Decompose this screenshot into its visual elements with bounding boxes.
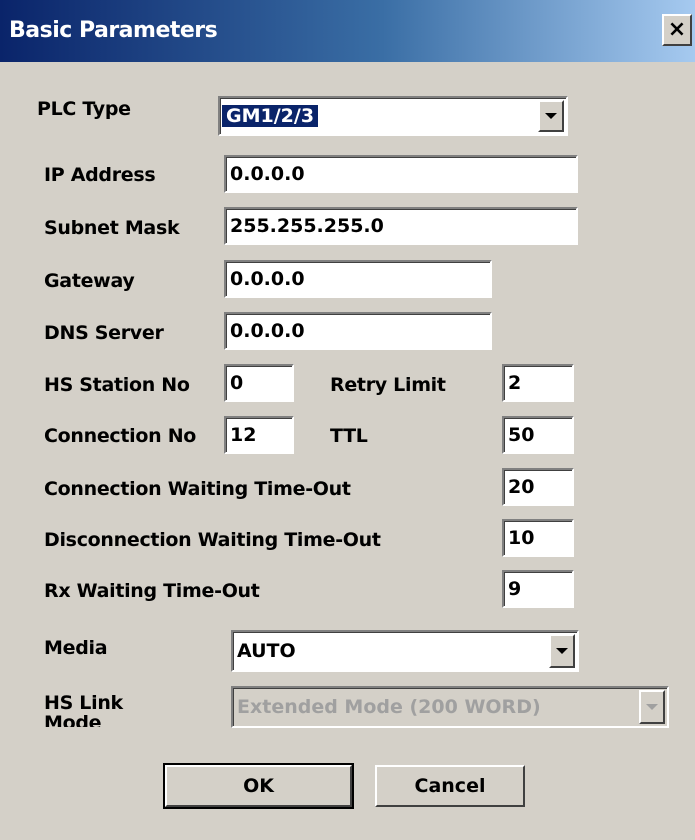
ok-button-label: OK — [243, 775, 274, 797]
subnet-mask-field[interactable]: 255.255.255.0 — [224, 207, 578, 245]
media-value: AUTO — [237, 640, 296, 662]
gateway-label: Gateway — [44, 270, 135, 292]
connection-no-label: Connection No — [44, 425, 197, 447]
plc-type-select[interactable]: GM1/2/3 — [218, 96, 568, 136]
media-dropdown-button[interactable] — [549, 634, 575, 668]
rx-timeout-field[interactable]: 9 — [502, 570, 574, 608]
gateway-field[interactable]: 0.0.0.0 — [224, 260, 492, 298]
connection-no-field[interactable]: 12 — [224, 416, 294, 454]
disconnection-timeout-field[interactable]: 10 — [502, 519, 574, 557]
chevron-down-icon — [556, 648, 568, 654]
media-label: Media — [44, 637, 108, 659]
ip-address-value: 0.0.0.0 — [230, 163, 305, 185]
cancel-button[interactable]: Cancel — [375, 765, 525, 807]
ttl-label: TTL — [330, 425, 368, 447]
hs-link-mode-value: Extended Mode (200 WORD) — [237, 696, 541, 718]
title-bar[interactable]: Basic Parameters × — [0, 0, 695, 62]
chevron-down-icon — [646, 704, 658, 710]
ok-button[interactable]: OK — [163, 763, 354, 809]
window-title: Basic Parameters — [9, 18, 218, 43]
disconnection-timeout-label: Disconnection Waiting Time-Out — [44, 529, 381, 551]
disconnection-timeout-value: 10 — [508, 527, 535, 549]
subnet-mask-value: 255.255.255.0 — [230, 215, 384, 237]
plc-type-value: GM1/2/3 — [222, 105, 319, 127]
plc-type-label: PLC Type — [37, 98, 131, 120]
rx-timeout-label: Rx Waiting Time-Out — [44, 580, 260, 602]
retry-limit-field[interactable]: 2 — [502, 364, 574, 402]
hs-station-no-label: HS Station No — [44, 374, 190, 396]
hs-link-mode-select[interactable]: Extended Mode (200 WORD) — [231, 686, 669, 728]
gateway-value: 0.0.0.0 — [230, 268, 305, 290]
cancel-button-label: Cancel — [414, 775, 486, 797]
dns-server-value: 0.0.0.0 — [230, 320, 305, 342]
connection-timeout-field[interactable]: 20 — [502, 468, 574, 506]
ip-address-label: IP Address — [44, 164, 156, 186]
ip-address-field[interactable]: 0.0.0.0 — [224, 155, 578, 193]
rx-timeout-value: 9 — [508, 578, 522, 600]
retry-limit-label: Retry Limit — [330, 374, 446, 396]
connection-timeout-label: Connection Waiting Time-Out — [44, 478, 351, 500]
ttl-value: 50 — [508, 424, 535, 446]
media-select[interactable]: AUTO — [231, 630, 579, 672]
plc-type-dropdown-button[interactable] — [538, 100, 564, 132]
connection-no-value: 12 — [230, 424, 257, 446]
hs-link-mode-label-wrap: HS Link Mode — [44, 693, 174, 727]
dns-server-label: DNS Server — [44, 322, 164, 344]
close-icon: × — [667, 17, 687, 42]
chevron-down-icon — [545, 113, 557, 119]
dns-server-field[interactable]: 0.0.0.0 — [224, 312, 492, 350]
hs-link-mode-label: HS Link Mode — [44, 693, 123, 727]
hs-station-no-field[interactable]: 0 — [224, 364, 294, 402]
ttl-field[interactable]: 50 — [502, 416, 574, 454]
close-button[interactable]: × — [662, 14, 692, 46]
retry-limit-value: 2 — [508, 372, 522, 394]
subnet-mask-label: Subnet Mask — [44, 217, 180, 239]
connection-timeout-value: 20 — [508, 476, 535, 498]
hs-station-no-value: 0 — [230, 372, 244, 394]
hs-link-mode-dropdown-button[interactable] — [639, 690, 665, 724]
